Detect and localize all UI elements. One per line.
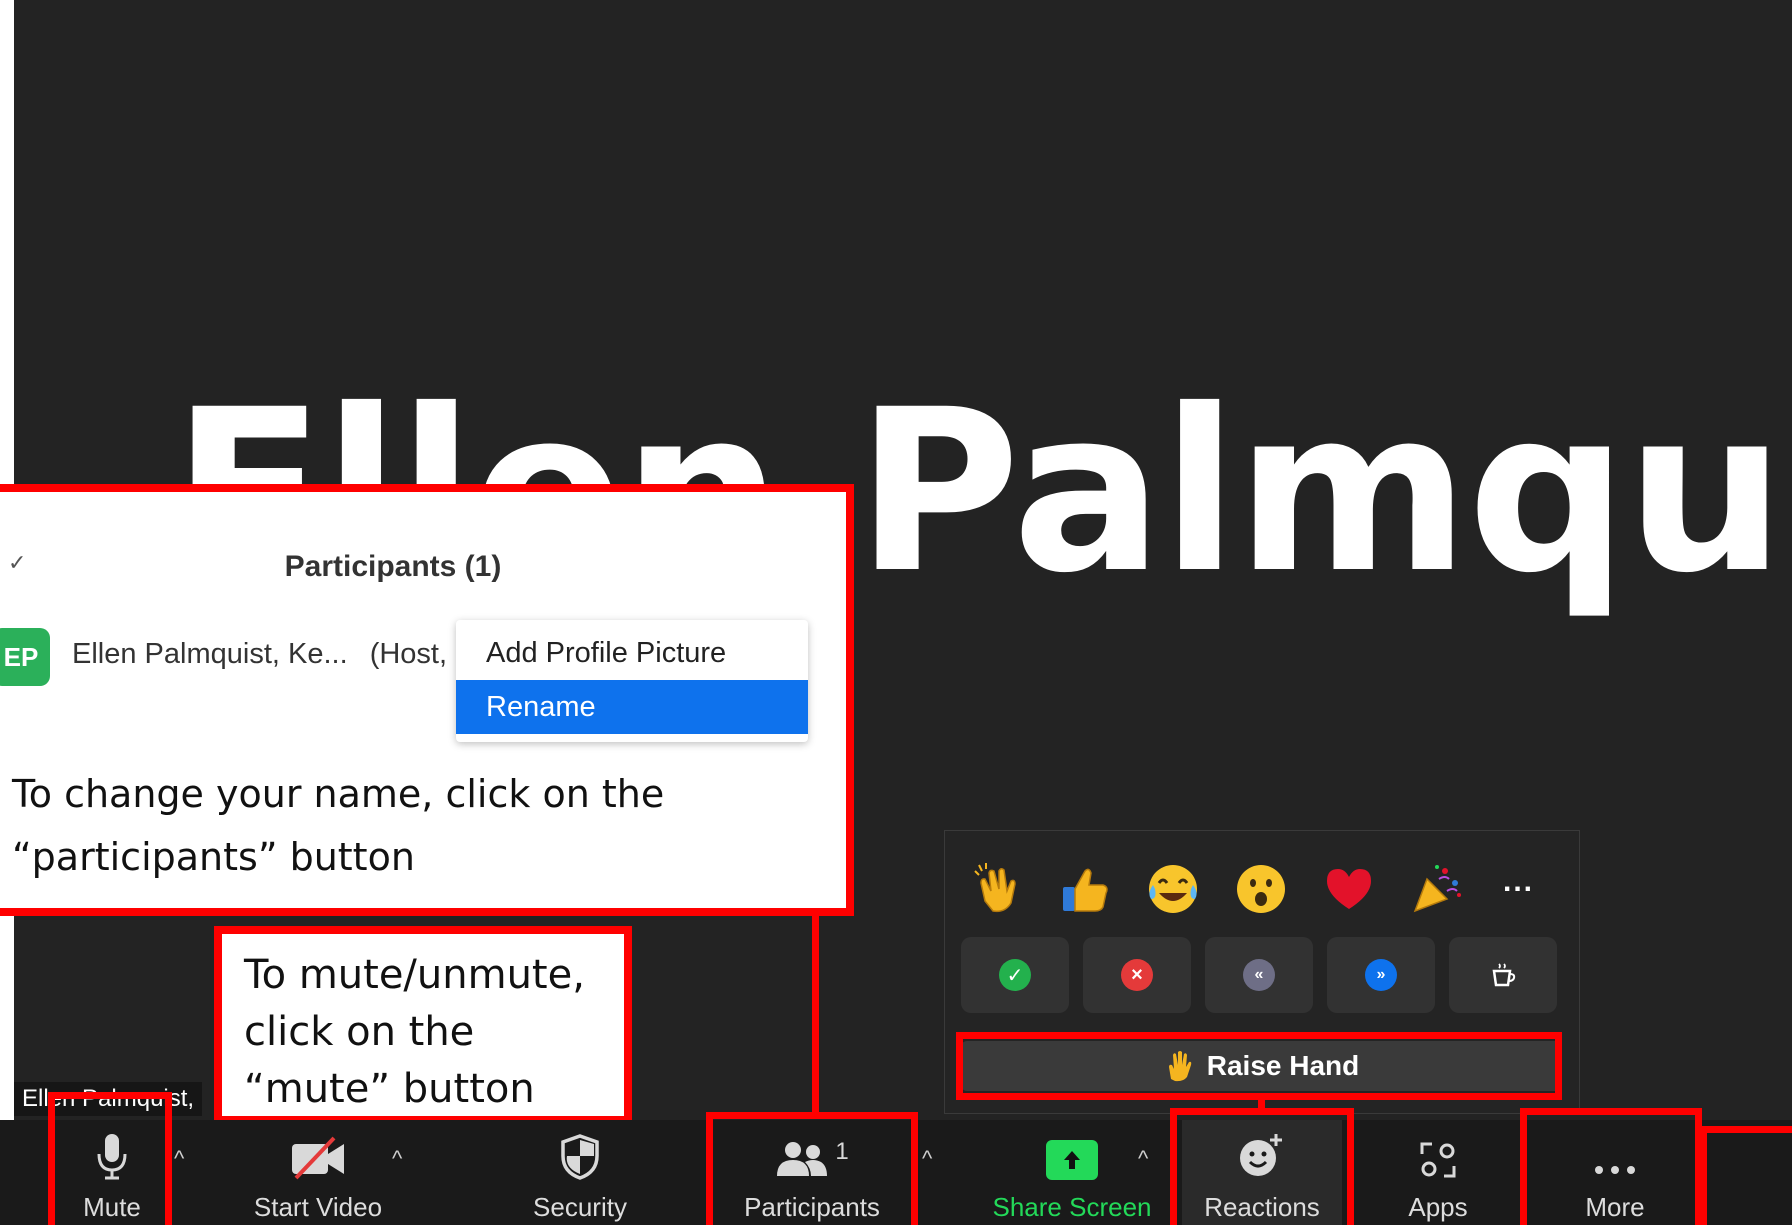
- apps-label: Apps: [1408, 1192, 1468, 1222]
- avatar: EP: [0, 628, 50, 686]
- reactions-highlight: [1170, 1108, 1354, 1225]
- share-screen-button[interactable]: Share Screen: [982, 1120, 1162, 1225]
- red-heart-icon[interactable]: [1321, 861, 1377, 917]
- coffee-break-button[interactable]: [1449, 937, 1557, 1013]
- participant-name: Ellen Palmquist, Ke...: [72, 638, 348, 670]
- shield-icon: [561, 1134, 599, 1180]
- more-highlight: [1520, 1108, 1702, 1225]
- open-mouth-icon[interactable]: [1233, 861, 1289, 917]
- tears-of-joy-icon[interactable]: [1145, 861, 1201, 917]
- mute-callout: To mute/unmute, click on the “mute” butt…: [214, 926, 632, 1124]
- share-screen-icon: [1046, 1140, 1098, 1180]
- callout-text-line-1: To change your name, click on the: [12, 772, 665, 816]
- connector-line: [812, 914, 819, 1112]
- more-reactions-button[interactable]: ...: [1503, 865, 1534, 899]
- mute-callout-line-3: “mute” button: [244, 1066, 535, 1112]
- share-screen-label: Share Screen: [992, 1192, 1152, 1222]
- coffee-icon: [1492, 963, 1516, 987]
- raise-hand-highlight: [956, 1032, 1562, 1100]
- party-popper-icon[interactable]: [1409, 861, 1465, 917]
- audio-options-caret[interactable]: ^: [174, 1146, 184, 1172]
- rewind-icon: «: [1243, 959, 1275, 991]
- slow-down-button[interactable]: «: [1205, 937, 1313, 1013]
- zoom-meeting-screenshot: Ellen Palmquist,.. Ellen Palmquist,: [0, 0, 1792, 1225]
- yes-button[interactable]: ✓: [961, 937, 1069, 1013]
- participant-role: (Host, r: [369, 638, 465, 670]
- participants-panel-title: Participants (1): [284, 550, 502, 583]
- participant-context-menu: Add Profile Picture Rename: [456, 620, 808, 742]
- no-button[interactable]: ×: [1083, 937, 1191, 1013]
- check-icon: ✓: [999, 959, 1031, 991]
- fast-forward-icon: »: [1365, 959, 1397, 991]
- x-icon: ×: [1121, 959, 1153, 991]
- share-options-caret[interactable]: ^: [1138, 1146, 1148, 1172]
- video-camera-off-icon: [292, 1136, 344, 1180]
- rename-item[interactable]: Rename: [456, 680, 808, 734]
- mute-callout-line-1: To mute/unmute,: [244, 952, 585, 998]
- apps-icon: [1420, 1142, 1456, 1178]
- callout-text-line-2: “participants” button: [12, 835, 415, 879]
- mute-callout-line-2: click on the: [244, 1009, 475, 1055]
- start-video-button[interactable]: Start Video: [236, 1120, 400, 1225]
- participant-row[interactable]: Ellen Palmquist, Ke... (Host, r: [72, 638, 465, 671]
- participants-highlight: [706, 1112, 918, 1225]
- thumbs-up-icon[interactable]: [1057, 861, 1113, 917]
- speed-up-button[interactable]: »: [1327, 937, 1435, 1013]
- participants-options-caret[interactable]: ^: [922, 1146, 932, 1172]
- start-video-label: Start Video: [253, 1192, 383, 1222]
- add-profile-picture-item[interactable]: Add Profile Picture: [456, 626, 808, 680]
- security-button[interactable]: Security: [520, 1120, 640, 1225]
- end-highlight: [1700, 1126, 1792, 1225]
- apps-button[interactable]: Apps: [1388, 1120, 1488, 1225]
- mute-highlight: [48, 1092, 172, 1225]
- video-options-caret[interactable]: ^: [392, 1146, 402, 1172]
- security-label: Security: [533, 1192, 627, 1222]
- clapping-hands-icon[interactable]: [971, 861, 1027, 917]
